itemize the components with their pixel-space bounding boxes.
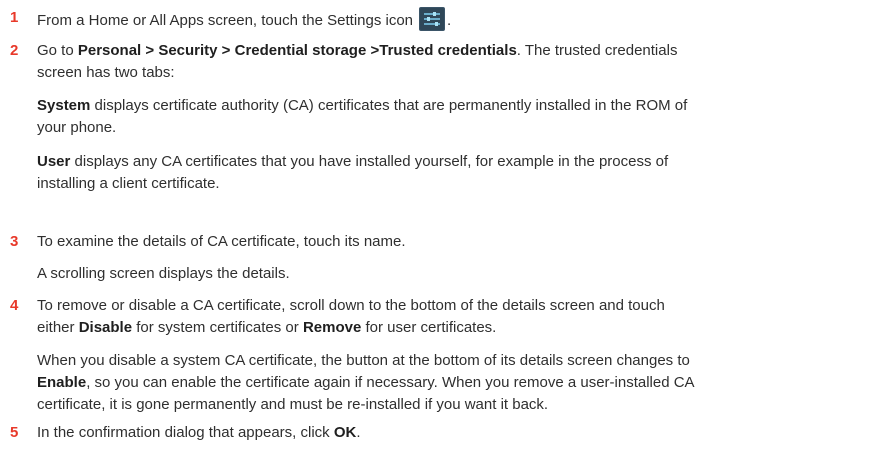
- step-text: Go to Personal > Security > Credential s…: [37, 42, 678, 59]
- step-number: 2: [10, 42, 19, 59]
- step-number: 1: [10, 9, 19, 26]
- step-body: To remove or disable a CA certificate, s…: [37, 295, 859, 416]
- step-text: either Disable for system certificates o…: [37, 319, 497, 336]
- settings-path: Personal > Security > Credential storage…: [77, 42, 517, 59]
- step-text: In the confirmation dialog that appears,…: [37, 424, 361, 441]
- enable-label: Enable: [37, 374, 87, 391]
- instruction-page: 1 From a Home or All Apps screen, touch …: [0, 0, 880, 452]
- step-text: To examine the details of CA certificate…: [37, 233, 406, 250]
- step-text: To remove or disable a CA certificate, s…: [37, 297, 665, 314]
- tab-label-user: User: [37, 153, 71, 170]
- step-result: A scrolling screen displays the details.: [37, 265, 290, 282]
- disable-label: Disable: [78, 319, 133, 336]
- tab-description-system: System displays certificate authority (C…: [37, 97, 688, 136]
- ok-label: OK: [333, 424, 357, 441]
- step-number: 3: [10, 233, 19, 250]
- step-body: From a Home or All Apps screen, touch th…: [37, 7, 859, 32]
- step-body: Go to Personal > Security > Credential s…: [37, 40, 859, 195]
- step-body: To examine the details of CA certificate…: [37, 231, 859, 285]
- settings-icon: [419, 7, 446, 31]
- step-body: In the confirmation dialog that appears,…: [37, 422, 859, 444]
- step-text: From a Home or All Apps screen, touch th…: [37, 7, 859, 32]
- step-text: screen has two tabs:: [37, 64, 175, 81]
- step-note: When you disable a system CA certificate…: [37, 352, 695, 413]
- tab-description-user: User displays any CA certificates that y…: [37, 153, 669, 192]
- remove-label: Remove: [302, 319, 362, 336]
- tab-label-system: System: [37, 97, 91, 114]
- step-number: 4: [10, 297, 19, 314]
- step-number: 5: [10, 424, 19, 441]
